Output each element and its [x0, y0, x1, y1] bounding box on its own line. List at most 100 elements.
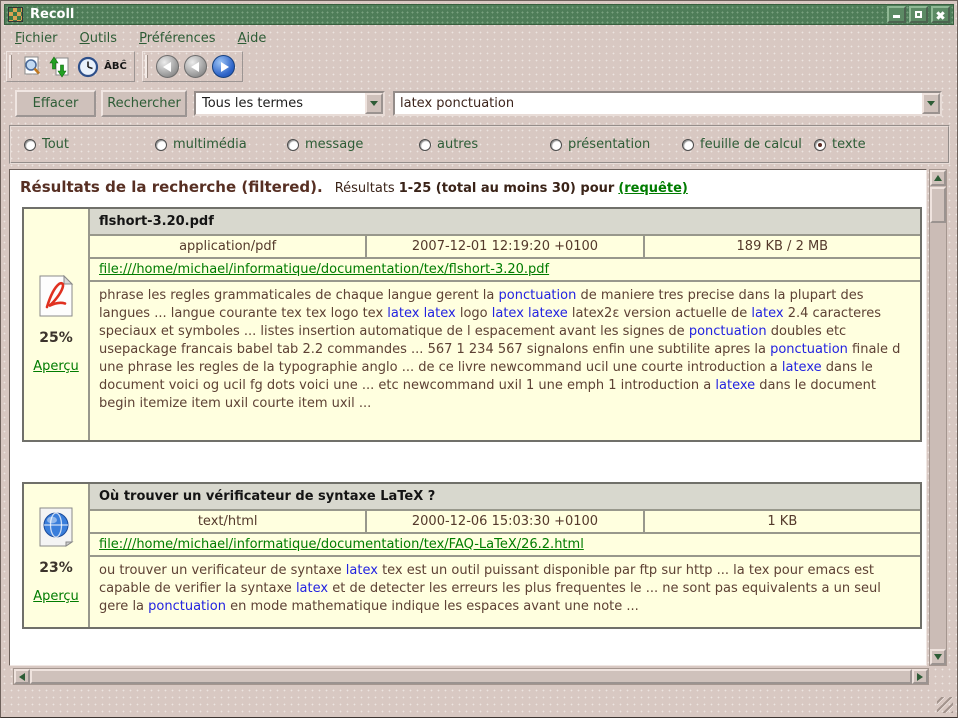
query-details-link[interactable]: (requête) — [618, 181, 688, 196]
triangle-up-icon — [934, 175, 942, 181]
window-resize-grip[interactable] — [937, 697, 953, 713]
clear-button[interactable]: Effacer — [15, 90, 96, 117]
preview-link[interactable]: Aperçu — [33, 359, 79, 374]
filter-radio-message[interactable]: message — [287, 137, 363, 152]
result-url-row: file:///home/michael/informatique/docume… — [90, 534, 920, 555]
recoll-app-icon — [8, 7, 23, 22]
result-size: 1 KB — [645, 511, 920, 532]
previous-page-button[interactable] — [182, 53, 209, 80]
scroll-down-button[interactable] — [930, 649, 946, 665]
scroll-left-button[interactable] — [14, 669, 30, 684]
result-date: 2007-12-01 12:19:20 +0100 — [367, 236, 642, 257]
filter-radio-texte[interactable]: texte — [814, 137, 866, 152]
vertical-scrollbar-thumb[interactable] — [930, 187, 946, 223]
first-page-button[interactable] — [154, 53, 181, 80]
filter-label: autres — [437, 137, 478, 152]
next-page-button[interactable] — [210, 53, 237, 80]
filter-radio-multimedia[interactable]: multimédia — [155, 137, 247, 152]
result-date: 2000-12-06 15:03:30 +0100 — [367, 511, 642, 532]
toolbar: ÂBĈ — [6, 51, 243, 82]
result-title: Où trouver un vérificateur de syntaxe La… — [90, 484, 920, 509]
result-details: flshort-3.20.pdf application/pdf 2007-12… — [90, 209, 920, 440]
result-side-panel: 23% Aperçu — [24, 484, 88, 627]
menu-aide[interactable]: Aide — [229, 29, 276, 48]
filter-label: présentation — [568, 137, 650, 152]
vertical-scrollbar[interactable] — [929, 169, 947, 666]
document-magnifier-icon — [21, 56, 43, 78]
term-explorer-button[interactable]: ÂBĈ — [102, 53, 129, 80]
result-mime-type: application/pdf — [90, 236, 365, 257]
result-card: 25% Aperçu flshort-3.20.pdf application/… — [22, 207, 922, 442]
toolbar-handle[interactable] — [145, 55, 150, 78]
document-sync-arrows-icon — [49, 56, 71, 78]
relevance-percent: 25% — [39, 330, 73, 346]
result-card: 23% Aperçu Où trouver un vérificateur de… — [22, 482, 922, 629]
preview-document-button[interactable] — [18, 53, 45, 80]
results-header: Résultats de la recherche (filtered).Rés… — [20, 178, 918, 196]
toolbar-group-navigation — [142, 51, 243, 82]
results-panel: Résultats de la recherche (filtered).Rés… — [9, 169, 927, 666]
update-index-button[interactable] — [46, 53, 73, 80]
radio-icon — [550, 139, 562, 151]
search-entry-combo[interactable] — [393, 91, 942, 116]
search-button[interactable]: Rechercher — [101, 90, 187, 117]
radio-icon — [682, 139, 694, 151]
toolbar-handle[interactable] — [9, 55, 14, 78]
filter-radio-presentation[interactable]: présentation — [550, 137, 650, 152]
triangle-right-icon — [917, 673, 923, 681]
html-file-icon — [38, 507, 74, 547]
radio-icon — [24, 139, 36, 151]
result-url-row: file:///home/michael/informatique/docume… — [90, 259, 920, 280]
menu-outils[interactable]: Outils — [71, 29, 127, 48]
result-side-panel: 25% Aperçu — [24, 209, 88, 440]
titlebar[interactable]: Recoll — [4, 4, 954, 25]
radio-icon — [155, 139, 167, 151]
query-type-dropdown-button[interactable] — [365, 93, 383, 114]
menu-fichier[interactable]: Fichier — [6, 29, 67, 48]
result-snippet: phrase les regles grammaticales de chaqu… — [90, 282, 920, 440]
maximize-icon — [915, 11, 922, 18]
radio-icon — [287, 139, 299, 151]
scroll-up-button[interactable] — [930, 170, 946, 186]
chevron-down-icon — [370, 101, 378, 106]
category-filter-bar: Tout multimédia message autres présentat… — [9, 125, 950, 164]
clock-icon — [77, 56, 99, 78]
history-button[interactable] — [74, 53, 101, 80]
pdf-file-icon — [38, 275, 74, 317]
menubar: Fichier Outils Préférences Aide — [6, 27, 275, 49]
results-title: Résultats de la recherche (filtered). — [20, 178, 323, 196]
horizontal-scrollbar-thumb[interactable] — [30, 669, 912, 684]
filter-radio-tout[interactable]: Tout — [24, 137, 69, 152]
triangle-down-icon — [934, 654, 942, 660]
menu-preferences[interactable]: Préférences — [130, 29, 224, 48]
search-history-dropdown-button[interactable] — [922, 93, 940, 114]
filter-radio-autres[interactable]: autres — [419, 137, 478, 152]
back-arrow-icon — [156, 55, 179, 78]
result-size: 189 KB / 2 MB — [645, 236, 920, 257]
filter-radio-feuille-de-calcul[interactable]: feuille de calcul — [682, 137, 802, 152]
relevance-percent: 23% — [39, 560, 73, 576]
abc-letters-icon: ÂBĈ — [104, 61, 127, 72]
scroll-right-button[interactable] — [912, 669, 928, 684]
minimize-button[interactable] — [887, 6, 906, 23]
filter-label: texte — [832, 137, 866, 152]
result-meta-row: application/pdf 2007-12-01 12:19:20 +010… — [90, 236, 920, 257]
query-type-select[interactable]: Tous les termes — [194, 91, 385, 116]
result-url-link[interactable]: file:///home/michael/informatique/docume… — [99, 537, 584, 552]
horizontal-scrollbar[interactable] — [13, 668, 929, 685]
query-type-value: Tous les termes — [196, 96, 303, 111]
result-title: flshort-3.20.pdf — [90, 209, 920, 234]
close-button[interactable] — [931, 6, 950, 23]
maximize-button[interactable] — [909, 6, 928, 23]
minimize-icon — [893, 15, 900, 18]
filter-label: Tout — [42, 137, 69, 152]
result-url-link[interactable]: file:///home/michael/informatique/docume… — [99, 262, 549, 277]
triangle-left-icon — [19, 673, 25, 681]
result-snippet: ou trouver un verificateur de syntaxe la… — [90, 557, 920, 627]
radio-icon — [814, 139, 826, 151]
preview-link[interactable]: Aperçu — [33, 589, 79, 604]
chevron-down-icon — [927, 101, 935, 106]
result-meta-row: text/html 2000-12-06 15:03:30 +0100 1 KB — [90, 511, 920, 532]
search-input[interactable] — [395, 96, 922, 111]
result-details: Où trouver un vérificateur de syntaxe La… — [90, 484, 920, 627]
